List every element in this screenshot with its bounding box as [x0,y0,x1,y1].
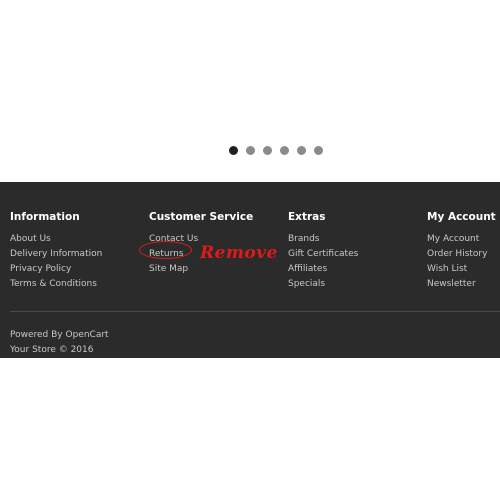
footer-copyright: Your Store © 2016 [10,345,94,355]
footer-column-information: Information About Us Delivery Informatio… [10,210,102,292]
footer-link-my-account[interactable]: My Account [427,232,496,247]
site-footer: Information About Us Delivery Informatio… [0,182,500,358]
remove-annotation: Remove [200,243,278,263]
carousel-pagination [229,146,323,155]
footer-link-wish-list[interactable]: Wish List [427,262,496,277]
footer-link-terms-conditions[interactable]: Terms & Conditions [10,277,102,292]
footer-heading-customer-service: Customer Service [149,211,254,223]
opencart-link[interactable]: OpenCart [66,330,109,340]
footer-link-order-history[interactable]: Order History [427,247,496,262]
returns-highlight-circle [139,241,192,259]
footer-powered-by: Powered By OpenCart Your Store © 2016 [10,328,109,358]
footer-link-site-map[interactable]: Site Map [149,262,253,277]
carousel-dot-2[interactable] [246,146,255,155]
footer-link-gift-certificates[interactable]: Gift Certificates [288,247,358,262]
footer-heading-extras: Extras [288,211,326,223]
footer-column-my-account: My Account My Account Order History Wish… [427,210,496,292]
footer-link-specials[interactable]: Specials [288,277,358,292]
carousel-dot-3[interactable] [263,146,272,155]
powered-by-prefix: Powered By [10,330,63,340]
footer-column-extras: Extras Brands Gift Certificates Affiliat… [288,210,358,292]
footer-link-brands[interactable]: Brands [288,232,358,247]
carousel-dot-6[interactable] [314,146,323,155]
carousel-dot-4[interactable] [280,146,289,155]
carousel-dot-1[interactable] [229,146,238,155]
carousel-dot-5[interactable] [297,146,306,155]
footer-link-delivery-information[interactable]: Delivery Information [10,247,102,262]
footer-link-affiliates[interactable]: Affiliates [288,262,358,277]
footer-divider [10,311,500,312]
footer-heading-my-account: My Account [427,211,496,223]
footer-link-about-us[interactable]: About Us [10,232,102,247]
footer-link-privacy-policy[interactable]: Privacy Policy [10,262,102,277]
footer-heading-information: Information [10,211,80,223]
footer-link-newsletter[interactable]: Newsletter [427,277,496,292]
